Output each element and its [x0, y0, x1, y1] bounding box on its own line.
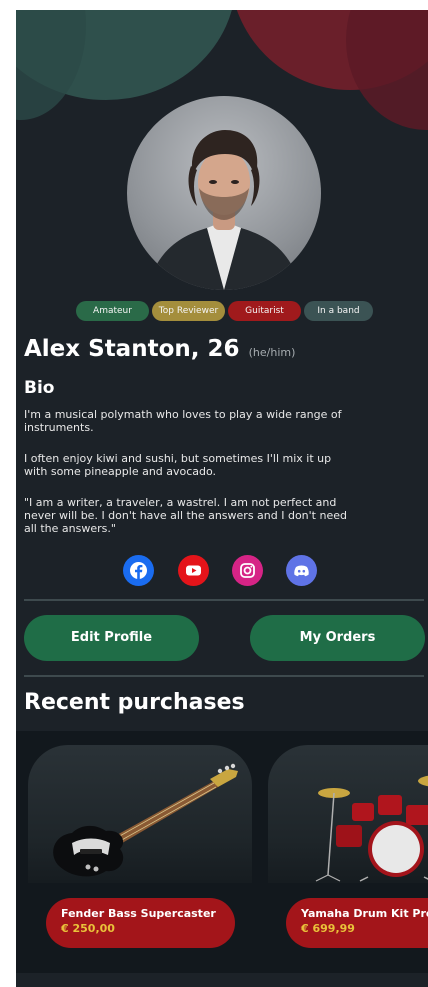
edit-profile-button[interactable]: Edit Profile	[24, 615, 199, 661]
bass-guitar-image	[53, 763, 238, 877]
profile-name: Alex Stanton, 26	[24, 336, 240, 362]
product-name: Fender Bass Supercaster	[61, 907, 216, 920]
product-price: € 699,99	[301, 922, 355, 935]
avatar-portrait-image	[147, 130, 301, 290]
tag-guitarist: Guitarist	[228, 301, 301, 321]
profile-screen: Amateur Top Reviewer Guitarist In a band…	[16, 10, 428, 987]
decorative-blob-teal-small	[16, 10, 86, 120]
product-name: Yamaha Drum Kit Pro	[301, 907, 428, 920]
section-divider	[24, 599, 424, 601]
avatar[interactable]	[127, 96, 321, 290]
tag-amateur: Amateur	[76, 301, 149, 321]
tag-list: Amateur Top Reviewer Guitarist In a band	[16, 301, 428, 321]
bio-paragraph: "I am a writer, a traveler, a wastrel. I…	[24, 496, 347, 535]
instagram-icon[interactable]	[232, 555, 263, 586]
purchase-card-image[interactable]	[268, 745, 428, 883]
purchase-card-image[interactable]	[28, 745, 252, 883]
recent-purchases-carousel[interactable]: Fender Bass Supercaster € 250,00 Yamaha …	[16, 731, 428, 973]
youtube-icon[interactable]	[178, 555, 209, 586]
recent-purchases-heading: Recent purchases	[24, 690, 245, 715]
facebook-icon[interactable]	[123, 555, 154, 586]
profile-name-row: Alex Stanton, 26 (he/him)	[24, 336, 295, 362]
section-divider	[24, 675, 424, 677]
bio-paragraph: I'm a musical polymath who loves to play…	[24, 408, 342, 434]
decorative-blob-red-small	[346, 10, 428, 130]
bio-heading: Bio	[24, 378, 55, 398]
tag-top-reviewer: Top Reviewer	[152, 301, 225, 321]
profile-pronouns: (he/him)	[248, 346, 296, 359]
product-price: € 250,00	[61, 922, 115, 935]
purchase-item-label[interactable]: Yamaha Drum Kit Pro € 699,99	[286, 898, 428, 948]
purchase-item-label[interactable]: Fender Bass Supercaster € 250,00	[46, 898, 235, 948]
my-orders-button[interactable]: My Orders	[250, 615, 425, 661]
discord-icon[interactable]	[286, 555, 317, 586]
bio-paragraph: I often enjoy kiwi and sushi, but someti…	[24, 452, 332, 478]
drum-kit-image	[315, 775, 428, 882]
tag-in-a-band: In a band	[304, 301, 373, 321]
